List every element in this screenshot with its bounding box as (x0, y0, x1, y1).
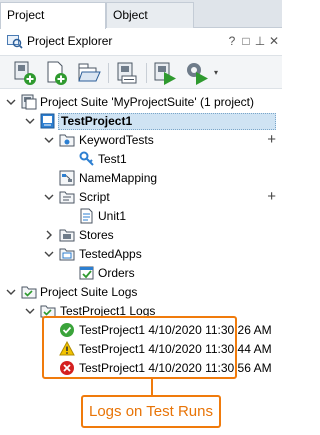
tree-row-unit1[interactable]: Unit1 (0, 207, 282, 226)
toolbar: ▾ (0, 55, 282, 89)
chevron-down-icon[interactable] (43, 248, 55, 260)
chevron-down-icon[interactable] (5, 286, 17, 298)
tree-row-keywordtests[interactable]: KeywordTests + (0, 131, 282, 150)
tree-row-test1[interactable]: Test1 (0, 150, 282, 169)
new-item-icon[interactable] (44, 60, 70, 86)
chevron-down-icon[interactable] (43, 191, 55, 203)
keyword-test-icon (79, 151, 94, 166)
chevron-down-icon[interactable] (43, 134, 55, 146)
script-unit-icon (80, 208, 93, 224)
new-project-suite-icon[interactable] (12, 60, 38, 86)
panel-title: Project Explorer (27, 34, 113, 48)
toolbar-separator (146, 63, 147, 83)
callout-connector (151, 379, 153, 395)
chevron-right-icon[interactable] (43, 229, 55, 241)
project-suite-icon (21, 94, 37, 110)
add-script-button[interactable]: + (267, 188, 276, 205)
script-folder-icon (59, 191, 75, 204)
tree-row-testproject1[interactable]: TestProject1 (0, 112, 282, 131)
keyword-tests-icon (59, 134, 75, 147)
panel-header: Project Explorer ? □ ⊥ ✕ (0, 31, 282, 53)
logs-folder-icon (21, 286, 37, 299)
run-icon[interactable] (152, 60, 178, 86)
chevron-down-icon[interactable] (24, 115, 36, 127)
tree-label: Project Suite 'MyProjectSuite' (1 projec… (40, 95, 254, 109)
tree-label: Stores (79, 228, 114, 242)
project-icon (40, 113, 55, 129)
configure-icon[interactable] (114, 60, 140, 86)
tree-label: TestProject1 (61, 114, 133, 128)
run-dropdown-arrow[interactable]: ▾ (214, 68, 218, 77)
name-mapping-icon (59, 170, 75, 186)
tree-row-script[interactable]: Script + (0, 188, 282, 207)
toolbar-separator (108, 63, 109, 83)
tested-app-icon (79, 266, 94, 280)
tree-label: KeywordTests (79, 133, 154, 147)
add-keyword-test-button[interactable]: + (267, 131, 276, 148)
project-explorer-icon (7, 35, 23, 49)
tested-apps-icon (59, 248, 75, 261)
tree-label: Unit1 (98, 209, 127, 223)
tab-object-browser[interactable]: Object Browser (106, 2, 194, 46)
tab-project-workspace[interactable]: Project Workspace (0, 2, 106, 46)
minimize-button[interactable]: □ (240, 34, 252, 48)
logs-highlight-box (42, 316, 237, 379)
callout-label: Logs on Test Runs (81, 395, 221, 428)
tree-row-orders[interactable]: Orders (0, 264, 282, 283)
tree-label: Script (79, 190, 110, 204)
tree-label: TestedApps (79, 247, 142, 261)
open-icon[interactable] (76, 60, 102, 86)
tree-label: Project Suite Logs (40, 285, 138, 299)
stores-icon (59, 229, 75, 242)
close-panel-button[interactable]: ✕ (268, 34, 280, 48)
tree-row-project-suite-logs[interactable]: Project Suite Logs (0, 283, 282, 302)
tree-row-testedapps[interactable]: TestedApps (0, 245, 282, 264)
pin-button[interactable]: ⊥ (254, 34, 266, 48)
tree-row-stores[interactable]: Stores (0, 226, 282, 245)
tree-row-namemapping[interactable]: NameMapping (0, 169, 282, 188)
tree-label: Orders (98, 266, 135, 280)
tree-label: NameMapping (79, 171, 158, 185)
run-gear-icon[interactable] (184, 60, 210, 86)
tab-bar: Project Workspace Object Browser (0, 0, 282, 46)
tree-row-project-suite[interactable]: Project Suite 'MyProjectSuite' (1 projec… (0, 93, 282, 112)
chevron-down-icon[interactable] (24, 305, 36, 317)
help-button[interactable]: ? (226, 34, 238, 48)
tree-label: Test1 (98, 152, 127, 166)
chevron-down-icon[interactable] (5, 96, 17, 108)
project-tree: Project Suite 'MyProjectSuite' (1 projec… (0, 90, 282, 435)
